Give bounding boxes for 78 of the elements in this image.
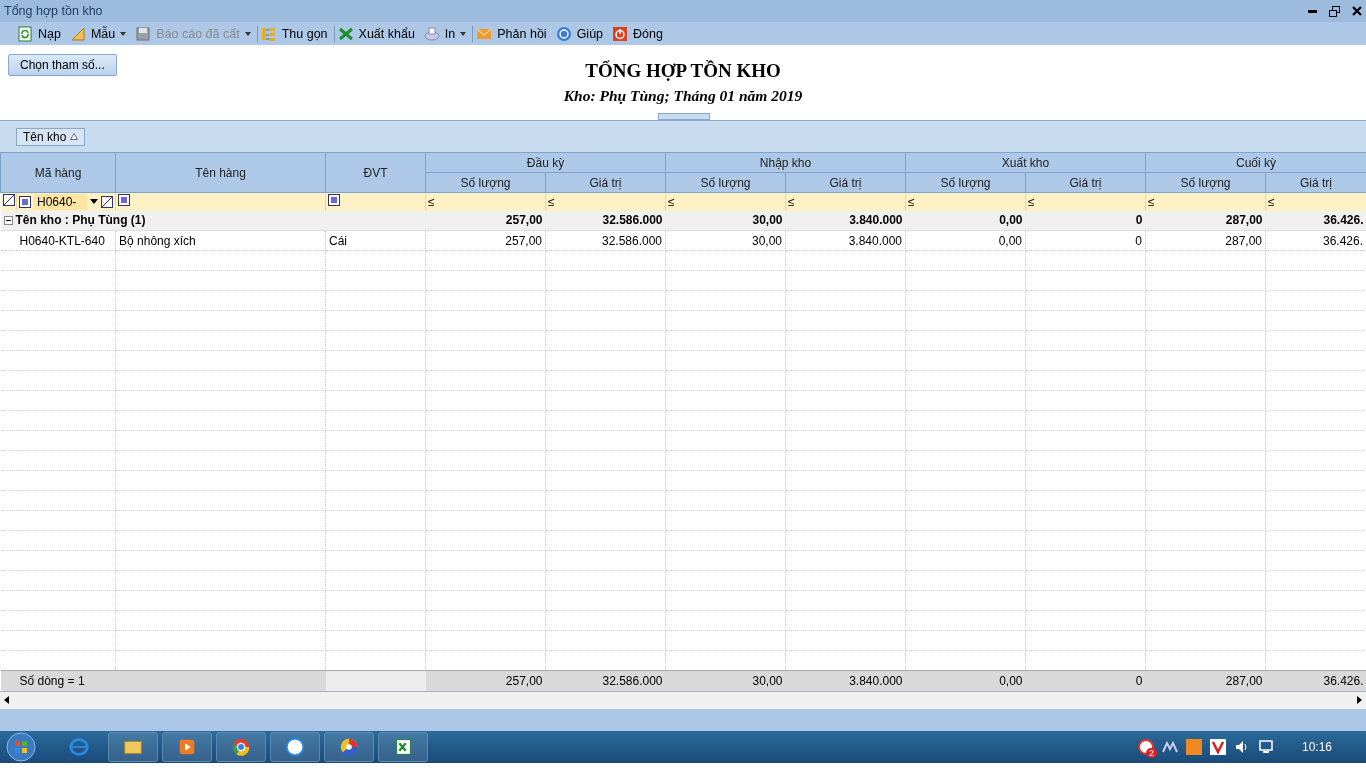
footer-total-cell: 0,00	[905, 670, 1026, 691]
window-title: Tổng hợp tồn kho	[4, 4, 104, 18]
table-cell: 0	[1025, 230, 1146, 251]
table-cell: 287,00	[1145, 230, 1266, 251]
checkbox-icon[interactable]	[118, 194, 130, 207]
spreadsheet-icon	[337, 25, 354, 42]
toolbar-button[interactable]: Giúp	[552, 22, 610, 45]
table-cell: 257,00	[425, 230, 546, 251]
sort-icon	[70, 133, 79, 140]
tree-icon	[260, 25, 277, 42]
filter-icon[interactable]	[101, 195, 113, 208]
filter-icon[interactable]	[2, 194, 15, 207]
column-header[interactable]: ĐVT	[325, 152, 426, 193]
toolbar-button[interactable]: Đóng	[609, 22, 669, 45]
footer-total-cell: 257,00	[425, 670, 546, 691]
column-group-header: Cuối kỳ	[1145, 152, 1366, 173]
scroll-left-icon[interactable]	[4, 696, 9, 704]
checkbox-icon[interactable]	[19, 195, 31, 208]
toolbar-button[interactable]: Mẫu	[66, 22, 133, 45]
tray-app-icon[interactable]	[1209, 738, 1226, 755]
start-button[interactable]	[6, 731, 36, 762]
save-icon	[135, 25, 152, 42]
column-group-header: Nhập kho	[665, 152, 906, 173]
footer-total-cell: 32.586.000	[545, 670, 666, 691]
scroll-right-icon[interactable]	[1357, 696, 1362, 704]
checkbox-icon[interactable]	[328, 194, 340, 207]
table-cell: Bộ nhông xích	[115, 230, 326, 251]
report-title: TỔNG HỢP TỒN KHO	[585, 60, 781, 82]
filter-operator[interactable]: ≤	[1148, 194, 1155, 209]
table-cell: 3.840.000	[785, 230, 906, 251]
ruler-icon	[69, 25, 86, 42]
group-row-label: Tên kho : Phụ Tùng (1)	[15, 213, 146, 228]
toolbar-button[interactable]: Phản hồi	[473, 22, 553, 45]
filter-operator[interactable]: ≤	[1028, 194, 1035, 209]
table-cell: H0640-KTL-640	[16, 230, 116, 251]
minimize-icon[interactable]	[1308, 9, 1317, 13]
table-cell: 36.426.	[1265, 230, 1366, 251]
row-count: Số dòng = 1	[19, 673, 85, 688]
filter-operator[interactable]: ≤	[428, 194, 435, 209]
filter-operator[interactable]: ≤	[908, 194, 915, 209]
table-cell: Cái	[325, 230, 426, 251]
browser-icon	[68, 735, 90, 758]
printer-icon	[423, 25, 440, 42]
footer-total-cell: 30,00	[665, 670, 786, 691]
help-icon	[555, 25, 572, 42]
group-by-chip[interactable]: Tên kho	[16, 127, 86, 146]
filter-operator[interactable]: ≤	[1268, 194, 1275, 209]
refresh-icon	[17, 25, 33, 42]
footer-total-cell: 3.840.000	[785, 670, 906, 691]
table-cell: 30,00	[665, 230, 786, 251]
table-cell: 32.586.000	[545, 230, 666, 251]
table-cell: 0,00	[905, 230, 1026, 251]
report-subtitle: Kho: Phụ Tùng; Tháng 01 năm 2019	[563, 87, 803, 105]
choose-parameters-button[interactable]: Chọn tham số...	[8, 54, 117, 76]
power-icon	[612, 25, 629, 42]
network-icon[interactable]	[1257, 738, 1274, 755]
footer-total-cell: 0	[1025, 670, 1146, 691]
restore-icon[interactable]	[1329, 5, 1340, 17]
footer-total-cell: 287,00	[1145, 670, 1266, 691]
footer-total-cell: 36.426.	[1265, 670, 1366, 691]
toolbar-button[interactable]: Xuất khẩu	[334, 22, 421, 45]
close-icon[interactable]	[1352, 6, 1362, 16]
column-group-header: Xuất kho	[905, 152, 1146, 173]
dropdown-icon[interactable]	[90, 199, 98, 205]
filter-field[interactable]: H0640-	[34, 193, 87, 210]
column-header[interactable]: Tên hàng	[115, 152, 326, 193]
tray-app-icon[interactable]	[1137, 738, 1154, 755]
filter-operator[interactable]: ≤	[668, 194, 675, 209]
notification-badge: 2	[1145, 747, 1157, 758]
toolbar-button[interactable]: Thu gọn	[257, 22, 334, 45]
filter-operator[interactable]: ≤	[788, 194, 795, 209]
toolbar-button[interactable]: In	[420, 22, 473, 45]
column-group-header: Đầu kỳ	[425, 152, 666, 173]
clock[interactable]: 10:16	[1301, 739, 1332, 754]
collapse-icon[interactable]	[3, 215, 13, 225]
column-header[interactable]: Mã hàng	[0, 152, 116, 193]
filter-operator[interactable]: ≤	[548, 194, 555, 209]
toolbar-button[interactable]: Nạp	[14, 22, 67, 45]
